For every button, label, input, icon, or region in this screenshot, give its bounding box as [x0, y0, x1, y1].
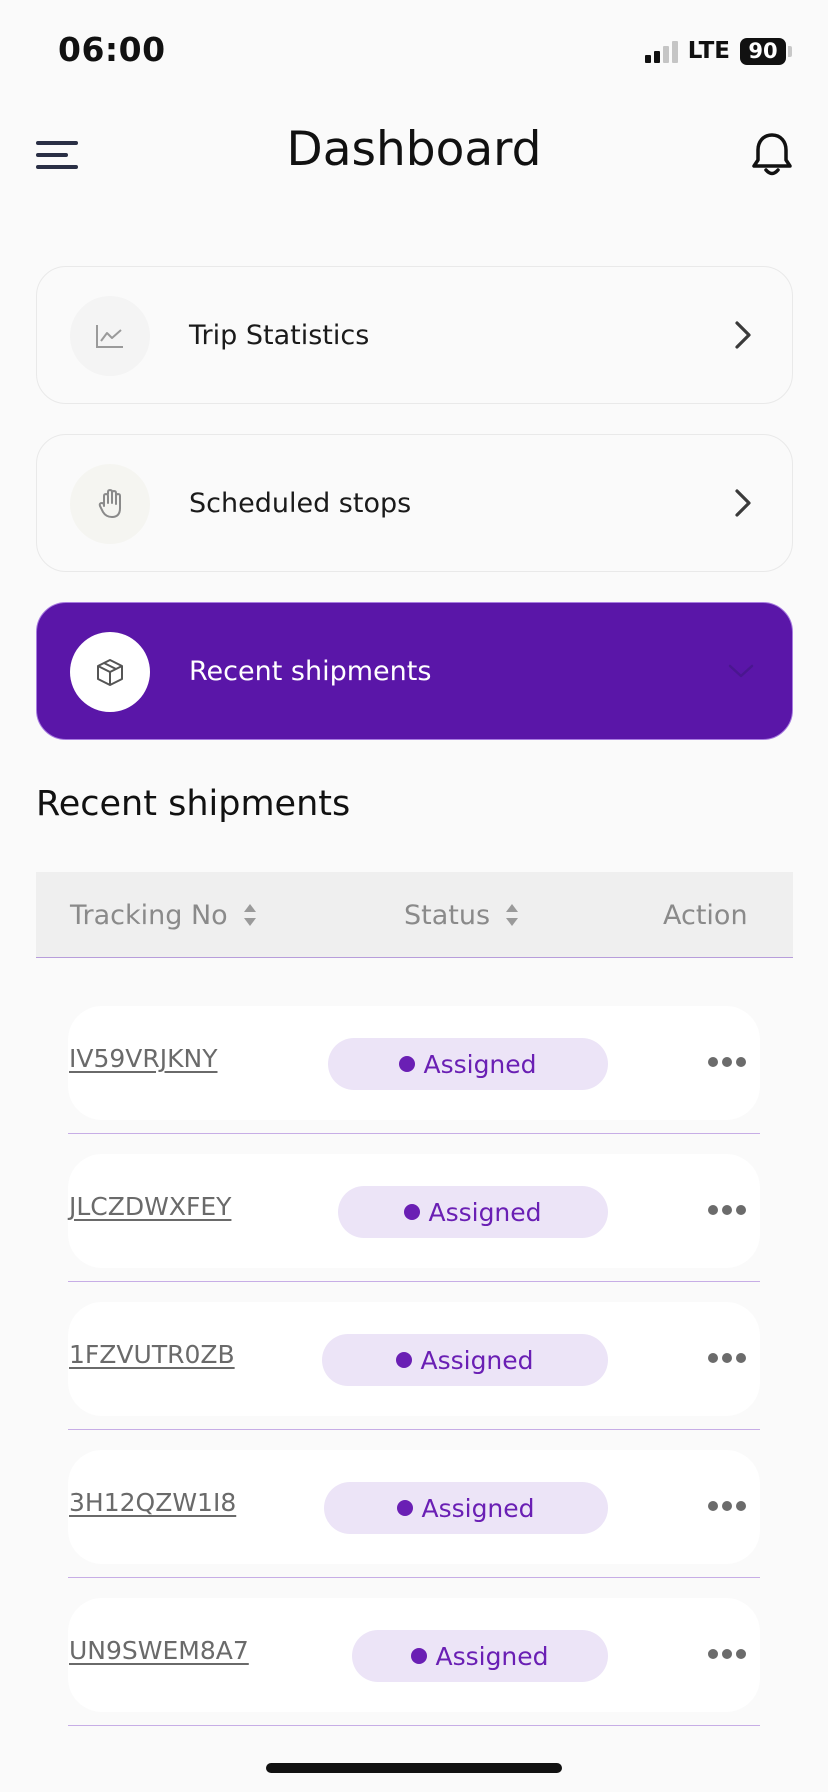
column-header-status[interactable]: Status — [404, 872, 520, 958]
status-badge: Assigned — [324, 1482, 608, 1534]
trip-statistics-card[interactable]: Trip Statistics — [36, 266, 793, 404]
table-row: UN9SWEM8A7 Assigned — [68, 1598, 760, 1726]
table-row: 1FZVUTR0ZB Assigned — [68, 1302, 760, 1430]
chevron-right-icon — [730, 486, 756, 520]
battery-icon: 90 — [740, 37, 792, 65]
status-badge: Assigned — [352, 1630, 608, 1682]
table-row: JLCZDWXFEY Assigned — [68, 1154, 760, 1282]
table-row: IV59VRJKNY Assigned — [68, 1006, 760, 1134]
section-title: Recent shipments — [36, 784, 351, 824]
status-dot — [399, 1056, 416, 1072]
more-options-icon[interactable] — [708, 1499, 746, 1513]
network-type: LTE — [687, 38, 730, 64]
status-dot — [404, 1204, 421, 1220]
more-options-icon[interactable] — [708, 1647, 746, 1661]
tracking-number-link[interactable]: JLCZDWXFEY — [69, 1192, 231, 1221]
package-box-icon — [70, 632, 150, 712]
sort-icon — [506, 904, 519, 926]
tracking-number-link[interactable]: IV59VRJKNY — [69, 1044, 218, 1073]
status-badge: Assigned — [328, 1038, 608, 1090]
recent-shipments-label: Recent shipments — [189, 655, 432, 687]
more-options-icon[interactable] — [708, 1055, 746, 1069]
status-time: 06:00 — [58, 30, 166, 69]
status-dot — [411, 1648, 428, 1664]
column-header-tracking[interactable]: Tracking No — [70, 872, 258, 958]
status-dot — [397, 1500, 414, 1516]
status-badge: Assigned — [338, 1186, 608, 1238]
table-header: Tracking No Status Action — [36, 872, 793, 958]
chevron-down-icon — [726, 660, 756, 682]
tracking-number-link[interactable]: 3H12QZW1I8 — [69, 1488, 236, 1517]
scheduled-stops-card[interactable]: Scheduled stops — [36, 434, 793, 572]
signal-icon — [644, 39, 678, 63]
table-row: 3H12QZW1I8 Assigned — [68, 1450, 760, 1578]
chart-line-icon — [70, 296, 150, 376]
status-bar: 06:00 LTE 90 — [0, 0, 828, 100]
battery-level: 90 — [740, 37, 786, 65]
more-options-icon[interactable] — [708, 1351, 746, 1365]
status-indicators: LTE 90 — [644, 36, 792, 66]
status-dot — [396, 1352, 413, 1368]
scheduled-stops-label: Scheduled stops — [189, 487, 412, 519]
tracking-number-link[interactable]: UN9SWEM8A7 — [69, 1636, 249, 1665]
page-title: Dashboard — [286, 122, 542, 177]
column-header-action: Action — [663, 899, 748, 931]
hand-stop-icon — [70, 464, 150, 544]
more-options-icon[interactable] — [708, 1203, 746, 1217]
notification-bell-icon[interactable] — [750, 130, 794, 178]
sort-icon — [243, 904, 256, 926]
trip-statistics-label: Trip Statistics — [189, 319, 370, 351]
recent-shipments-card[interactable]: Recent shipments — [36, 602, 793, 740]
home-indicator[interactable] — [266, 1763, 562, 1773]
app-header: Dashboard — [0, 110, 828, 200]
tracking-number-link[interactable]: 1FZVUTR0ZB — [69, 1340, 235, 1369]
chevron-right-icon — [730, 318, 756, 352]
status-badge: Assigned — [322, 1334, 608, 1386]
